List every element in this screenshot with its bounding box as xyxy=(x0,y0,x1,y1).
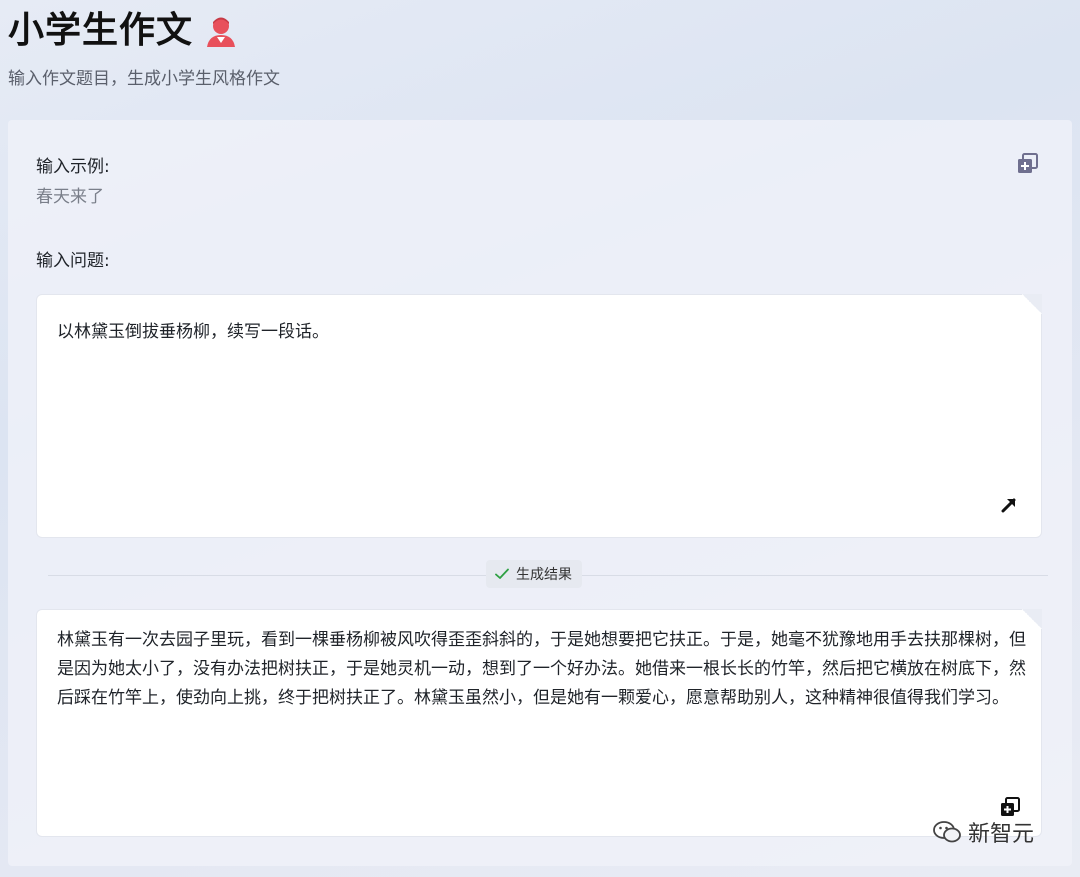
main-panel: 输入示例: 春天来了 输入问题: 以林黛玉倒拔垂杨柳，续写一段话。 生成结果 林… xyxy=(8,120,1072,866)
example-value[interactable]: 春天来了 xyxy=(36,182,104,207)
page-subtitle: 输入作文题目，生成小学生风格作文 xyxy=(8,69,280,89)
result-box: 林黛玉有一次去园子里玩，看到一棵垂杨柳被风吹得歪歪斜斜的，于是她想要把它扶正。于… xyxy=(36,609,1042,837)
copy-icon xyxy=(1018,153,1038,173)
header: 小学生作文 输入作文题目，生成小学生风格作文 xyxy=(8,8,280,89)
brand-name: 新智元 xyxy=(968,822,1035,847)
result-text[interactable]: 林黛玉有一次去园子里玩，看到一棵垂杨柳被风吹得歪歪斜斜的，于是她想要把它扶正。于… xyxy=(57,626,1027,713)
title-row: 小学生作文 xyxy=(8,8,280,54)
question-input-box[interactable]: 以林黛玉倒拔垂杨柳，续写一段话。 xyxy=(36,294,1042,538)
copy-icon xyxy=(1001,797,1020,816)
avatar-icon xyxy=(203,13,239,49)
result-badge-label: 生成结果 xyxy=(516,567,572,583)
copy-result-button[interactable] xyxy=(999,796,1021,818)
wechat-icon xyxy=(933,821,961,843)
example-label: 输入示例: xyxy=(36,157,110,177)
question-label: 输入问题: xyxy=(36,251,110,271)
corner-fold xyxy=(1022,294,1042,314)
copy-example-button[interactable] xyxy=(1016,152,1040,176)
result-badge: 生成结果 xyxy=(486,560,582,588)
brand-watermark: 新智元 xyxy=(932,816,1034,848)
expand-arrow-icon xyxy=(1001,498,1016,513)
expand-button[interactable] xyxy=(999,495,1019,515)
page-title: 小学生作文 xyxy=(8,10,194,51)
check-icon xyxy=(495,568,509,579)
question-input[interactable]: 以林黛玉倒拔垂杨柳，续写一段话。 xyxy=(57,317,329,342)
